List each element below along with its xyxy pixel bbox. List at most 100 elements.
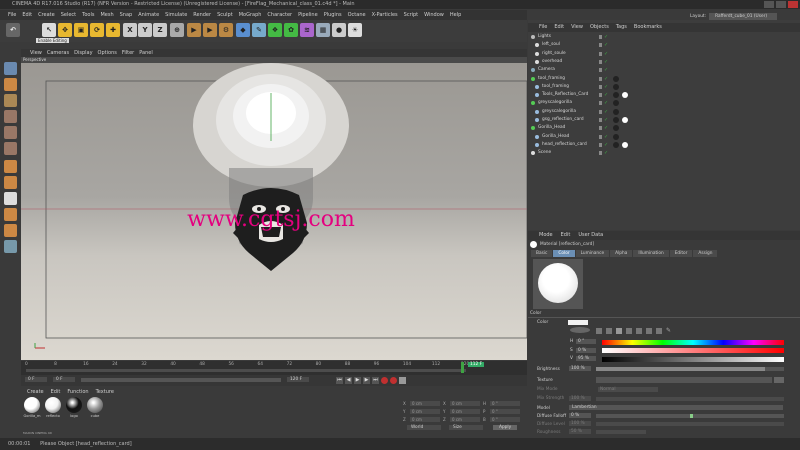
object-row[interactable]: greyscalegorilla ✓ [528, 108, 800, 116]
menu-character[interactable]: Character [267, 10, 292, 20]
tab-alpha[interactable]: Alpha [610, 250, 633, 257]
object-row[interactable]: Tools_Reflection_Card ✓ [528, 91, 800, 99]
menu-select[interactable]: Select [61, 10, 76, 20]
coordinate-field[interactable]: 0 cm [450, 416, 480, 422]
enable-check-icon[interactable]: ✓ [604, 66, 608, 74]
render-settings-icon[interactable]: ⚙ [219, 23, 233, 37]
menu-x-particles[interactable]: X-Particles [372, 10, 398, 20]
object-row[interactable]: tool_framing ✓ [528, 75, 800, 83]
cube-icon[interactable]: ◆ [236, 23, 250, 37]
object-menu-edit[interactable]: Edit [554, 23, 564, 32]
enable-check-icon[interactable]: ✓ [604, 41, 608, 49]
recent-tool-icon[interactable]: ✚ [106, 23, 120, 37]
move-tool-icon[interactable]: ✥ [58, 23, 72, 37]
visibility-dots-icon[interactable] [599, 151, 602, 156]
object-menu-view[interactable]: View [571, 23, 583, 32]
enable-check-icon[interactable]: ✓ [604, 124, 608, 132]
menu-snap[interactable]: Snap [120, 10, 133, 20]
edges-mode-icon[interactable] [4, 126, 17, 139]
coordinate-field[interactable]: 0 ° [490, 408, 520, 414]
size-mode-dropdown[interactable]: Size [449, 425, 483, 430]
object-row[interactable]: right_soule ✓ [528, 50, 800, 58]
subdivision-icon[interactable]: ❖ [268, 23, 282, 37]
object-menu-file[interactable]: File [539, 23, 547, 32]
record-icon[interactable] [381, 377, 388, 384]
deformer-icon[interactable]: ≋ [300, 23, 314, 37]
object-row[interactable]: Gorilla_Head ✓ [528, 133, 800, 141]
material-item[interactable]: Gorilla_m [23, 397, 41, 418]
object-row[interactable]: greyscalegorilla ✓ [528, 99, 800, 107]
play-icon[interactable]: ▶ [354, 377, 361, 384]
end-frame-field[interactable]: 120 F [287, 377, 309, 382]
attribute-menu-edit[interactable]: Edit [561, 231, 571, 240]
tag-icon[interactable] [613, 83, 619, 90]
viewport[interactable]: www.cgtsj.com [21, 63, 527, 360]
tag-icon[interactable] [613, 125, 619, 132]
autokey-icon[interactable] [390, 377, 397, 384]
visibility-dots-icon[interactable] [599, 68, 602, 73]
enable-check-icon[interactable]: ✓ [604, 83, 608, 91]
timeline[interactable]: 0 8 16 24 32 40 48 56 64 72 80 88 96 104 112 120 112 F [21, 361, 527, 375]
viewport-menu-display[interactable]: Display [74, 49, 92, 57]
tag-icon[interactable] [613, 141, 619, 148]
enable-check-icon[interactable]: ✓ [604, 116, 608, 124]
menu-plugins[interactable]: Plugins [324, 10, 342, 20]
visibility-dots-icon[interactable] [599, 59, 602, 64]
tab-color[interactable]: Color [553, 250, 575, 257]
object-row[interactable]: Scene ✓ [528, 149, 800, 157]
hsv-slider[interactable] [602, 356, 784, 362]
coordinate-field[interactable]: 0 cm [410, 416, 440, 422]
menu-help[interactable]: Help [450, 10, 461, 20]
menu-pipeline[interactable]: Pipeline [298, 10, 318, 20]
texture-field[interactable] [596, 377, 772, 383]
enable-check-icon[interactable]: ✓ [604, 133, 608, 141]
tag-icon[interactable] [613, 75, 619, 82]
viewport-menu-options[interactable]: Options [98, 49, 117, 57]
brightness-field[interactable]: 100 % [569, 366, 591, 371]
workplane-icon[interactable] [4, 94, 17, 107]
object-row[interactable]: head_reflection_card ✓ [528, 141, 800, 149]
tab-assign[interactable]: Assign [693, 250, 718, 257]
visibility-dots-icon[interactable] [599, 101, 602, 106]
enable-check-icon[interactable]: ✓ [604, 108, 608, 116]
coordinate-system-icon[interactable]: ⊕ [170, 23, 184, 37]
rgb-mode-icon[interactable] [616, 328, 622, 334]
diffuse-level-field[interactable]: 100 % [569, 421, 591, 426]
material-item[interactable]: cube [86, 397, 104, 418]
spectrum-mode-icon[interactable] [596, 328, 602, 334]
tag-icon[interactable] [613, 92, 619, 99]
go-start-icon[interactable]: ⏮ [336, 377, 343, 384]
object-menu-bookmarks[interactable]: Bookmarks [634, 23, 662, 32]
z-axis-button[interactable]: Z [153, 23, 167, 37]
menu-window[interactable]: Window [424, 10, 444, 20]
cloner-icon[interactable]: ✿ [284, 23, 298, 37]
menu-render[interactable]: Render [193, 10, 211, 20]
locked-workplane-icon[interactable] [4, 208, 17, 221]
next-key-icon[interactable]: ▶ [363, 377, 370, 384]
color-swatch[interactable] [568, 320, 588, 325]
tag-icon[interactable] [613, 108, 619, 115]
kelvin-mode-icon[interactable] [636, 328, 642, 334]
enable-check-icon[interactable]: ✓ [604, 91, 608, 99]
apply-button[interactable]: Apply [493, 425, 518, 430]
start-frame-field[interactable]: 0 F [25, 377, 47, 382]
visibility-dots-icon[interactable] [599, 84, 602, 89]
coordinate-field[interactable]: 0 cm [410, 400, 440, 406]
hsv-field[interactable]: 0 % [576, 347, 596, 353]
object-row[interactable]: Camera ✓ [528, 66, 800, 74]
texture-mode-icon[interactable] [4, 78, 17, 91]
coordinate-field[interactable]: 0 cm [450, 400, 480, 406]
snap-icon[interactable] [4, 192, 17, 205]
model-mode-icon[interactable] [4, 62, 17, 75]
scale-tool-icon[interactable]: ▣ [74, 23, 88, 37]
hsv-mode-icon[interactable] [626, 328, 632, 334]
light-icon[interactable]: ☀ [348, 23, 362, 37]
go-end-icon[interactable]: ⏭ [372, 377, 379, 384]
object-row[interactable]: overhead ✓ [528, 58, 800, 66]
menu-simulate[interactable]: Simulate [165, 10, 187, 20]
material-menu-edit[interactable]: Edit [51, 389, 61, 395]
menu-mesh[interactable]: Mesh [100, 10, 113, 20]
enable-axis-icon[interactable] [4, 160, 17, 173]
pen-icon[interactable]: ✎ [252, 23, 266, 37]
viewport-menu-panel[interactable]: Panel [139, 49, 153, 57]
